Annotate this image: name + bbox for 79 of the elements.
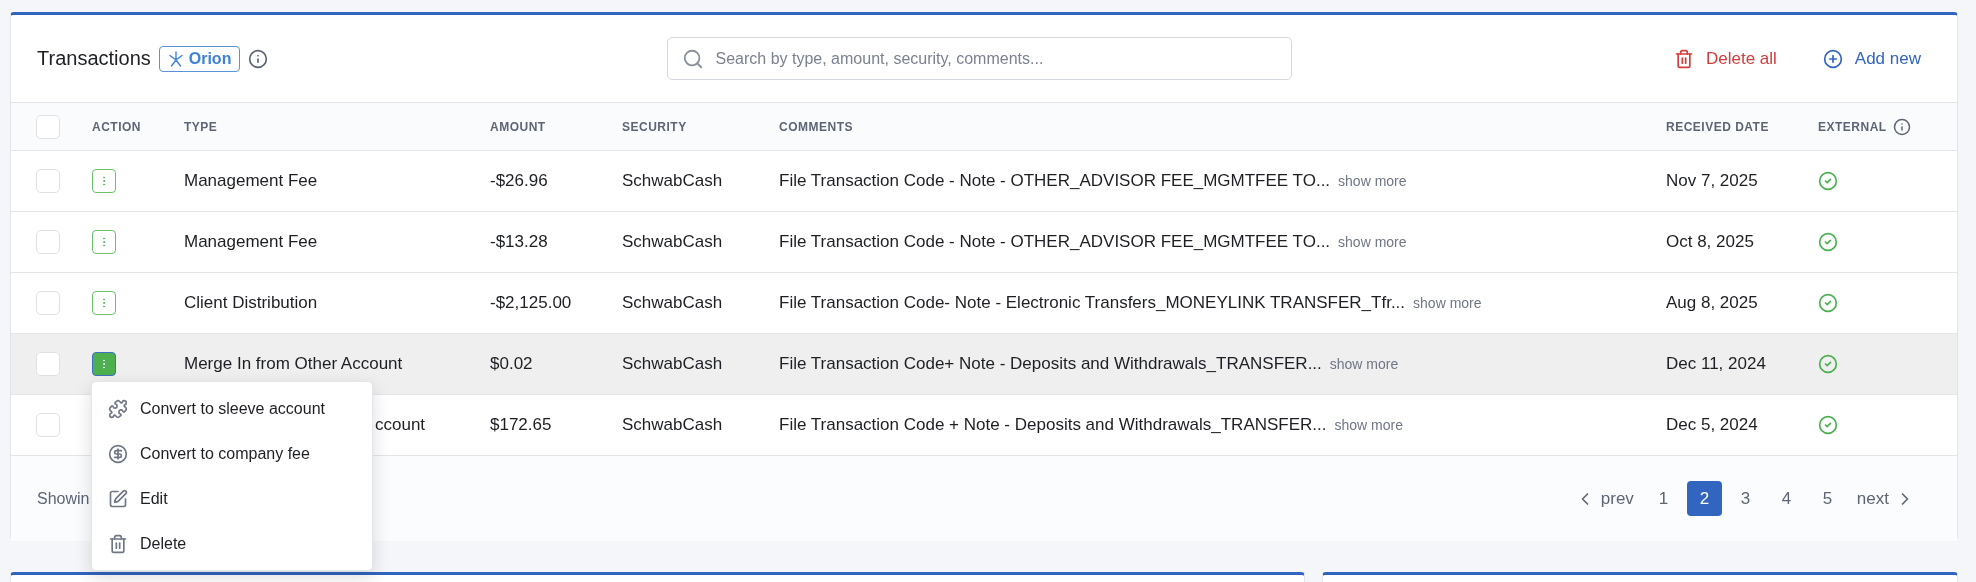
table-cell: $0.02 xyxy=(490,354,533,374)
column-header: ACTION xyxy=(92,119,141,134)
menu-item[interactable]: Convert to sleeve account xyxy=(92,386,372,431)
prev-page-link[interactable]: prev xyxy=(1568,488,1640,509)
table-cell: Merge In from Other Account xyxy=(184,354,403,374)
info-icon[interactable] xyxy=(248,48,269,69)
delete-all-button[interactable]: Delete all xyxy=(1673,48,1777,69)
menu-item[interactable]: Convert to company fee xyxy=(92,431,372,476)
table-cell: -$26.96 xyxy=(490,171,548,191)
showing-text: Showin xyxy=(37,489,90,508)
row-checkbox[interactable] xyxy=(36,413,60,437)
column-header: AMOUNT xyxy=(490,119,546,134)
plus-circle-icon xyxy=(1822,48,1843,69)
trash-icon xyxy=(1673,48,1694,69)
table-cell: Client Distribution xyxy=(184,293,318,313)
row-checkbox[interactable] xyxy=(36,230,60,254)
table-cell: Dec 5, 2024 xyxy=(1666,415,1758,435)
search-field[interactable]: Search by type, amount, security, comments... xyxy=(666,37,1292,80)
comment-text: File Transaction Code - Note - OTHER_ADVISOR FEE_MGMTFEE TO... show more xyxy=(779,232,1407,252)
table-cell: SchwabCash xyxy=(622,415,723,435)
page-number[interactable]: 3 xyxy=(1727,481,1763,516)
show-more-link[interactable]: show more xyxy=(1338,234,1407,250)
comment-text: File Transaction Code + Note - Deposits and Withdrawals_TRANSFER... show more xyxy=(779,415,1403,435)
search-icon xyxy=(681,47,704,70)
select-all-checkbox[interactable] xyxy=(36,114,60,139)
dollar-icon xyxy=(108,443,128,464)
menu-item[interactable]: Edit xyxy=(92,476,372,521)
info-icon[interactable] xyxy=(1892,117,1911,136)
table-cell: -$2,125.00 xyxy=(490,293,572,313)
show-more-link[interactable]: show more xyxy=(1338,173,1407,189)
table-cell: $172.65 xyxy=(490,415,552,435)
table-cell: Oct 8, 2025 xyxy=(1666,232,1754,252)
column-header: EXTERNAL xyxy=(1818,117,1911,136)
show-more-link[interactable]: show more xyxy=(1334,417,1403,433)
table-cell: -$13.28 xyxy=(490,232,548,252)
page-number[interactable]: 1 xyxy=(1645,481,1681,516)
comment-text: File Transaction Code- Note - Electronic Transfers_MONEYLINK TRANSFER_Tfr... show more xyxy=(779,293,1482,313)
check-circle-icon xyxy=(1818,232,1838,252)
table-cell: Aug 8, 2025 xyxy=(1666,293,1758,313)
table-cell: ccount xyxy=(375,415,426,435)
row-menu-button[interactable] xyxy=(92,352,116,376)
page-title: Transactions xyxy=(37,47,151,70)
edit-icon xyxy=(108,488,128,509)
show-more-link[interactable]: show more xyxy=(1329,356,1399,372)
row-checkbox[interactable] xyxy=(36,352,60,376)
puzzle-icon xyxy=(108,398,128,419)
check-circle-icon xyxy=(1818,354,1838,374)
column-header: COMMENTS xyxy=(779,119,853,134)
comment-text: File Transaction Code - Note - OTHER_ADVISOR FEE_MGMTFEE TO... show more xyxy=(779,171,1407,191)
row-menu-button[interactable] xyxy=(92,169,116,193)
check-circle-icon xyxy=(1818,415,1838,435)
table-cell: SchwabCash xyxy=(622,354,723,374)
column-header: TYPE xyxy=(184,119,218,134)
page-number[interactable]: 4 xyxy=(1768,481,1804,516)
check-circle-icon xyxy=(1818,171,1838,191)
table-cell: Management Fee xyxy=(184,171,318,191)
table-cell: Management Fee xyxy=(184,232,318,252)
table-cell: SchwabCash xyxy=(622,232,723,252)
row-checkbox[interactable] xyxy=(36,291,60,315)
asterisk-icon xyxy=(167,50,184,67)
table-cell: Dec 11, 2024 xyxy=(1666,354,1766,374)
orion-badge: Orion xyxy=(158,45,241,72)
table-cell: SchwabCash xyxy=(622,171,723,191)
page-number[interactable]: 2 xyxy=(1686,481,1722,516)
add-new-button[interactable]: Add new xyxy=(1822,48,1921,69)
check-circle-icon xyxy=(1818,293,1838,313)
trash-icon xyxy=(108,533,128,554)
table-cell: SchwabCash xyxy=(622,293,723,313)
table-cell: Nov 7, 2025 xyxy=(1666,171,1758,191)
menu-item[interactable]: Delete xyxy=(92,521,372,566)
page-number[interactable]: 5 xyxy=(1809,481,1845,516)
row-checkbox[interactable] xyxy=(36,169,60,193)
row-menu-button[interactable] xyxy=(92,230,116,254)
comment-text: File Transaction Code+ Note - Deposits and Withdrawals_TRANSFER... show more xyxy=(779,354,1399,374)
show-more-link[interactable]: show more xyxy=(1413,295,1482,311)
column-header: SECURITY xyxy=(622,119,687,134)
next-page-link[interactable]: next xyxy=(1850,488,1921,509)
column-header: RECEIVED DATE xyxy=(1666,119,1769,134)
row-menu-button[interactable] xyxy=(92,291,116,315)
